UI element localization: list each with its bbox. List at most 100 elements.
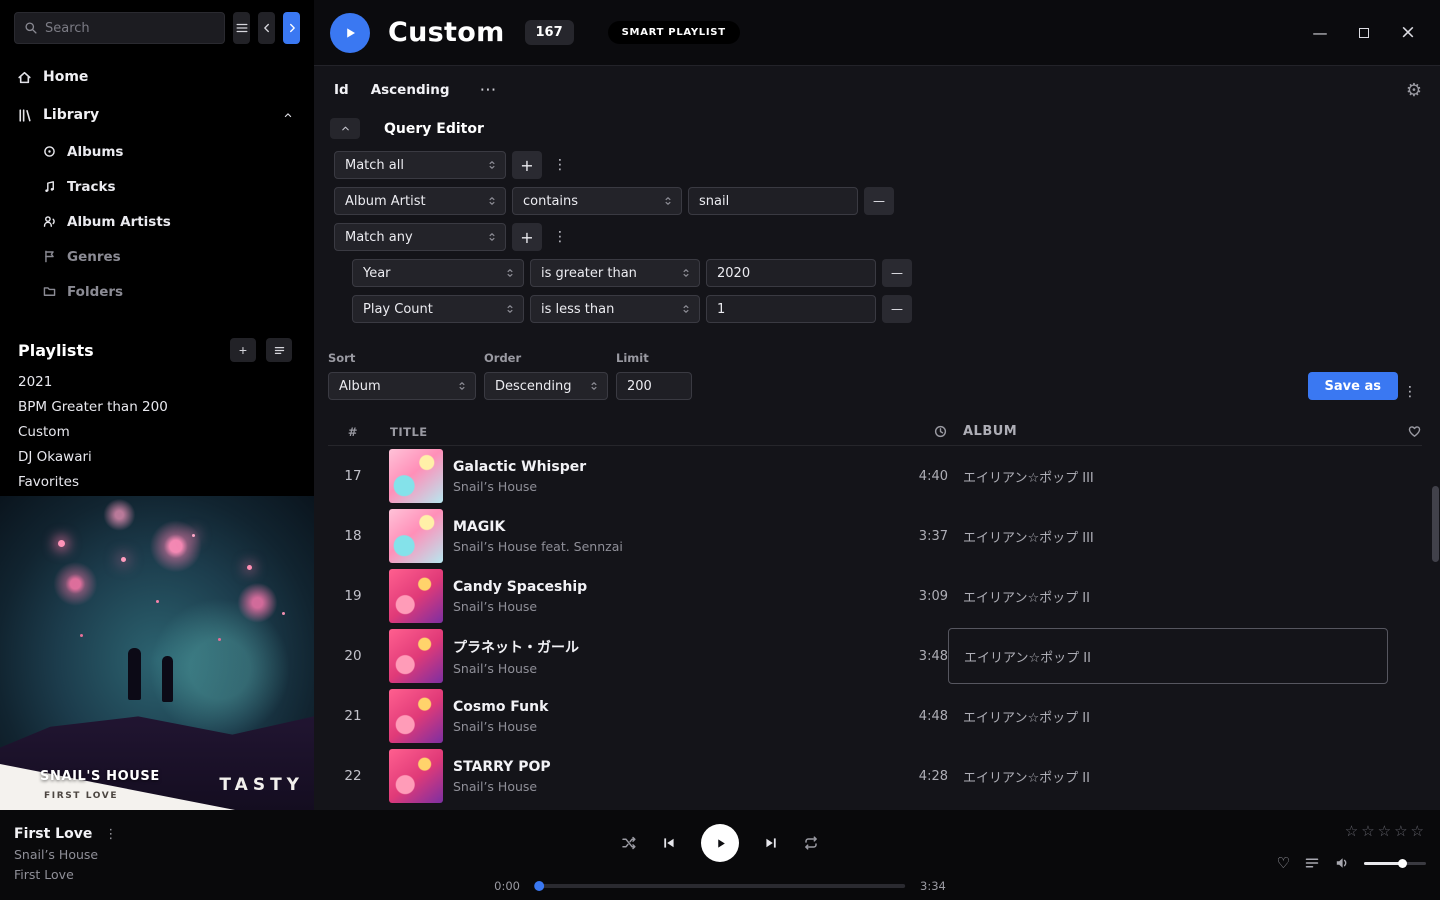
playlist-options-button[interactable] <box>266 338 292 362</box>
repeat-button[interactable] <box>803 835 819 851</box>
group-rule-value-input[interactable] <box>706 295 876 323</box>
sidebar-item-folders[interactable]: Folders <box>0 274 314 309</box>
track-album[interactable]: エイリアン☆ポップ III <box>948 448 1388 504</box>
play-playlist-button[interactable] <box>330 13 370 53</box>
more-options-button[interactable]: ⋯ <box>480 80 498 100</box>
query-group-rule-row: Play Count is less than — <box>328 295 1422 323</box>
sort-field-group: Sort Album <box>328 351 476 400</box>
queue-icon[interactable] <box>1304 855 1320 871</box>
flag-icon <box>42 249 57 264</box>
shuffle-button[interactable] <box>621 835 637 851</box>
match-mode-select[interactable]: Match all <box>334 151 506 179</box>
track-album[interactable]: エイリアン☆ポップ III <box>948 508 1388 564</box>
rule-value-input[interactable] <box>688 187 858 215</box>
remove-group-rule-button[interactable]: — <box>882 259 912 287</box>
main-body: Id Ascending ⋯ ⚙ Query Editor Match all <box>314 66 1440 810</box>
remove-group-rule-button[interactable]: — <box>882 295 912 323</box>
sort-direction-button[interactable]: Ascending <box>371 82 450 98</box>
progress-slider-thumb[interactable] <box>534 881 544 891</box>
group-rule-operator-select[interactable]: is greater than <box>530 259 700 287</box>
limit-input[interactable] <box>616 372 692 400</box>
column-header-title[interactable]: TITLE <box>378 425 892 439</box>
favorite-button[interactable]: ♡ <box>1277 854 1290 872</box>
column-header-album[interactable]: ALBUM <box>948 424 1388 439</box>
nav-back-button[interactable] <box>258 12 275 44</box>
sidebar-item-genres[interactable]: Genres <box>0 239 314 274</box>
now-playing-album[interactable]: First Love <box>14 867 117 882</box>
select-stepper-icon <box>588 380 600 392</box>
order-select[interactable]: Descending <box>484 372 608 400</box>
sidebar-item-album-artists[interactable]: Album Artists <box>0 204 314 239</box>
table-row[interactable]: 22 STARRY POPSnail’s House 4:28 エイリアン☆ポッ… <box>328 746 1422 806</box>
track-album-focused[interactable]: エイリアン☆ポップ II <box>948 628 1388 684</box>
page-title: Custom <box>388 17 505 48</box>
settings-button[interactable]: ⚙ <box>1406 80 1422 101</box>
table-row[interactable]: 17 Galactic WhisperSnail’s House 4:40 エイ… <box>328 446 1422 506</box>
rule-operator-select[interactable]: contains <box>512 187 682 215</box>
now-playing-artist[interactable]: Snail’s House <box>14 847 117 862</box>
star-icon[interactable]: ☆ <box>1378 822 1391 840</box>
sidebar-item-tracks[interactable]: Tracks <box>0 169 314 204</box>
search-input[interactable] <box>45 21 215 36</box>
track-album[interactable]: エイリアン☆ポップ II <box>948 748 1388 804</box>
table-row[interactable]: 18 MAGIKSnail’s House feat. Sennzai 3:37… <box>328 506 1422 566</box>
star-icon[interactable]: ☆ <box>1345 822 1358 840</box>
close-button[interactable]: × <box>1400 25 1416 41</box>
column-header-duration[interactable] <box>892 424 948 439</box>
playlist-item-favorites[interactable]: Favorites <box>0 469 314 494</box>
star-icon[interactable]: ☆ <box>1394 822 1407 840</box>
now-playing-menu-button[interactable]: ⋮ <box>104 827 117 842</box>
group-rule-operator-select[interactable]: is less than <box>530 295 700 323</box>
rule-field-select[interactable]: Album Artist <box>334 187 506 215</box>
next-track-button[interactable] <box>763 835 779 851</box>
track-album[interactable]: エイリアン☆ポップ II <box>948 688 1388 744</box>
collapse-query-editor-button[interactable] <box>330 118 360 139</box>
volume-slider[interactable] <box>1364 862 1426 865</box>
track-artist: Snail’s House feat. Sennzai <box>453 539 892 554</box>
nav-forward-button[interactable] <box>283 12 300 44</box>
minimize-button[interactable]: — <box>1312 25 1328 41</box>
playlist-item-bpm[interactable]: BPM Greater than 200 <box>0 394 314 419</box>
star-icon[interactable]: ☆ <box>1361 822 1374 840</box>
group-rule-field-select[interactable]: Play Count <box>352 295 524 323</box>
sidebar-item-library[interactable]: Library <box>0 96 314 134</box>
search-box[interactable] <box>14 12 225 44</box>
rule-group-menu-button[interactable]: ⋮ <box>548 157 572 173</box>
maximize-button[interactable] <box>1356 25 1372 41</box>
previous-track-button[interactable] <box>661 835 677 851</box>
playlist-item-2021[interactable]: 2021 <box>0 369 314 394</box>
group-rule-value-input[interactable] <box>706 259 876 287</box>
playlist-item-dj-okawari[interactable]: DJ Okawari <box>0 444 314 469</box>
album-art-thumbnail <box>389 689 443 743</box>
group-rule-field-select[interactable]: Year <box>352 259 524 287</box>
play-pause-button[interactable] <box>701 824 739 862</box>
table-row[interactable]: 21 Cosmo FunkSnail’s House 4:48 エイリアン☆ポッ… <box>328 686 1422 746</box>
save-menu-button[interactable]: ⋮ <box>1398 384 1422 400</box>
add-playlist-button[interactable]: + <box>230 338 256 362</box>
save-as-button[interactable]: Save as <box>1308 372 1398 400</box>
sort-select[interactable]: Album <box>328 372 476 400</box>
star-icon[interactable]: ☆ <box>1411 822 1424 840</box>
scrollbar-thumb[interactable] <box>1432 486 1439 562</box>
sidebar-item-home[interactable]: Home <box>0 58 314 96</box>
table-row[interactable]: 19 Candy SpaceshipSnail’s House 3:09 エイリ… <box>328 566 1422 626</box>
track-album[interactable]: エイリアン☆ポップ II <box>948 568 1388 624</box>
table-row[interactable]: 20 プラネット・ガールSnail’s House 3:48 エイリアン☆ポップ… <box>328 626 1422 686</box>
volume-icon[interactable] <box>1334 855 1350 871</box>
playlist-item-custom[interactable]: Custom <box>0 419 314 444</box>
now-playing-artwork[interactable]: SNAIL'S HOUSE FIRST LOVE TASTY <box>0 496 314 810</box>
sidebar-item-albums[interactable]: Albums <box>0 134 314 169</box>
remove-rule-button[interactable]: — <box>864 187 894 215</box>
sort-label: Sort <box>328 351 476 365</box>
sort-field-button[interactable]: Id <box>334 82 349 98</box>
group-menu-button[interactable]: ⋮ <box>548 229 572 245</box>
progress-slider[interactable] <box>535 884 905 888</box>
add-group-rule-button[interactable]: + <box>512 223 542 251</box>
track-duration: 4:28 <box>892 769 948 784</box>
volume-slider-thumb[interactable] <box>1398 859 1407 868</box>
add-rule-button[interactable]: + <box>512 151 542 179</box>
column-header-favorite[interactable] <box>1388 424 1422 439</box>
group-match-mode-select[interactable]: Match any <box>334 223 506 251</box>
menu-button[interactable] <box>233 12 250 44</box>
column-header-number[interactable]: # <box>328 425 378 439</box>
